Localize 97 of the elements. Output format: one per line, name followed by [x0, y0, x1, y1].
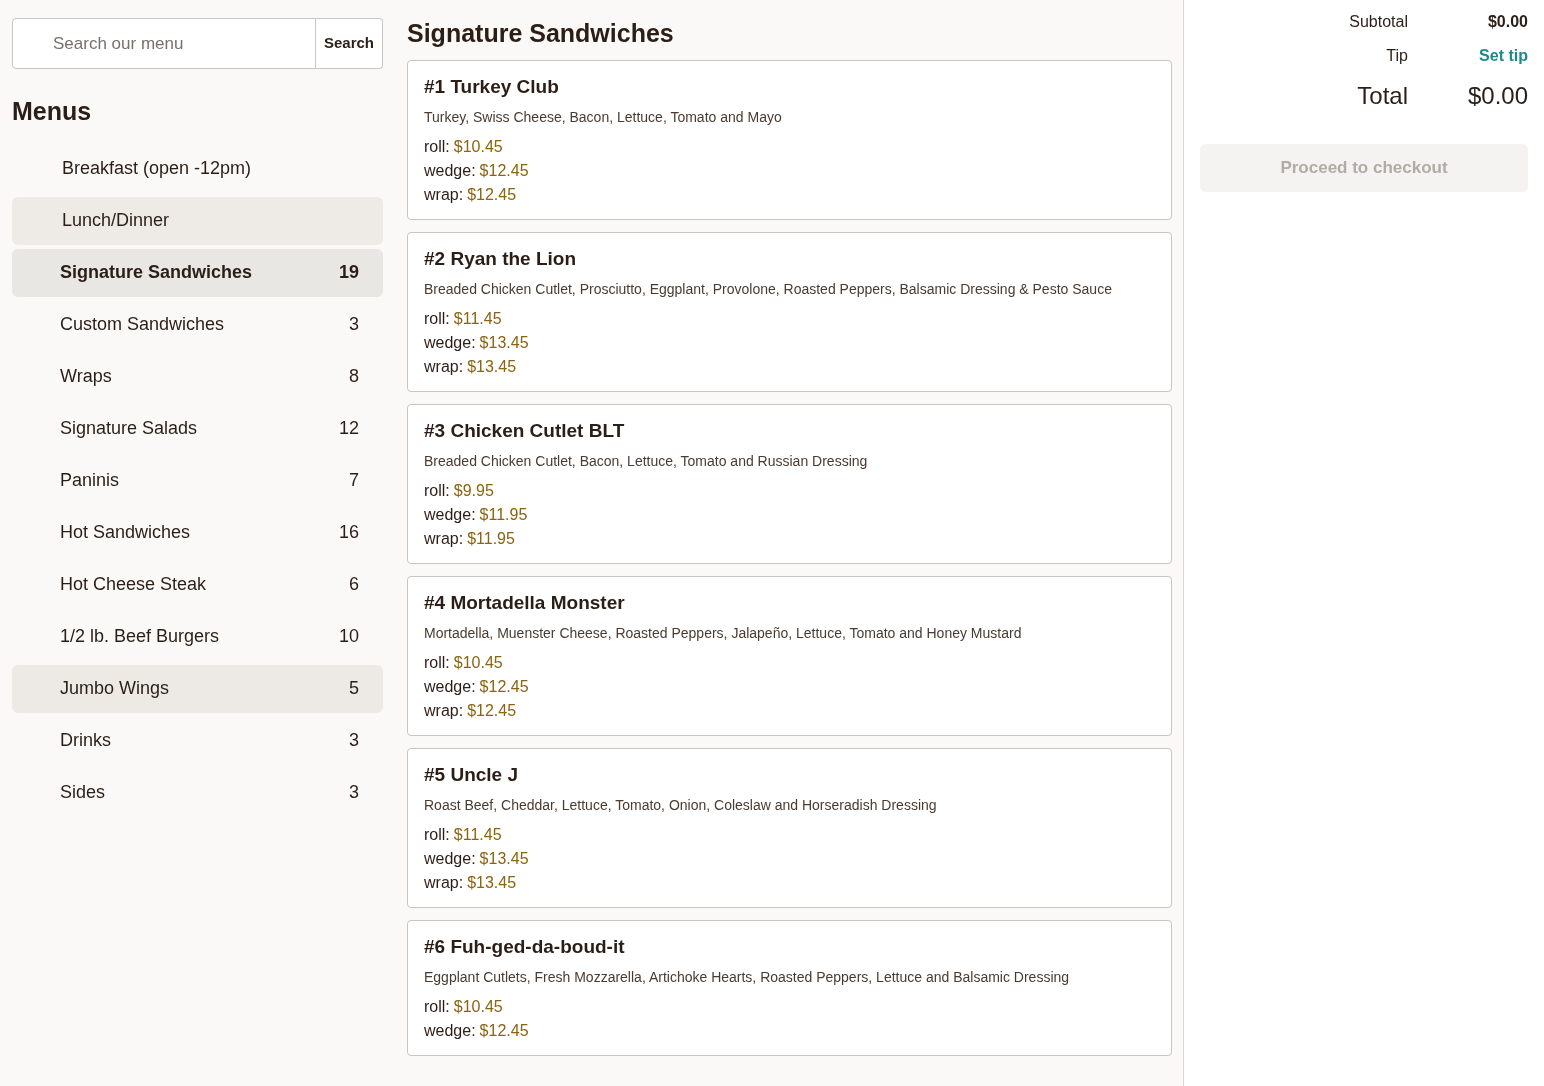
category-count: 7 — [349, 469, 359, 492]
price-value: $12.45 — [479, 677, 529, 697]
category-label: Wraps — [60, 365, 112, 388]
price-label: wrap: — [424, 701, 464, 721]
item-name: #1 Turkey Club — [424, 75, 560, 99]
category-label: Signature Sandwiches — [60, 261, 253, 284]
price-label: wedge: — [424, 677, 476, 697]
category-count: 10 — [338, 625, 359, 648]
category-item[interactable]: Drinks 3 — [12, 716, 383, 765]
category-item[interactable]: Hot Cheese Steak 6 — [12, 560, 383, 609]
price-value: $10.45 — [453, 997, 503, 1017]
price-value: $12.45 — [467, 185, 517, 205]
category-item[interactable]: Custom Sandwiches 3 — [12, 300, 383, 349]
menu-item[interactable]: Lunch/Dinner — [12, 196, 383, 245]
category-item[interactable]: Signature Salads 12 — [12, 404, 383, 453]
price-value: $11.95 — [479, 505, 528, 525]
price-label: roll: — [424, 309, 450, 329]
category-count: 3 — [349, 729, 359, 752]
price-label: wrap: — [424, 529, 464, 549]
item-description: Mortadella, Muenster Cheese, Roasted Peppers, Jalapeño, Lettuce, Tomato and Honey Mustard — [424, 624, 1023, 643]
category-label: Hot Cheese Steak — [60, 573, 207, 596]
category-label: Signature Salads — [60, 417, 198, 440]
category-item[interactable]: Paninis 7 — [12, 456, 383, 505]
category-count: 6 — [349, 573, 359, 596]
category-label: 1/2 lb. Beef Burgers — [60, 625, 220, 648]
category-count: 3 — [349, 781, 359, 804]
price-label: wrap: — [424, 357, 464, 377]
subtotal-label: Subtotal — [1348, 12, 1408, 32]
category-label: Drinks — [60, 729, 111, 752]
search-button[interactable]: Search — [315, 18, 383, 69]
category-count: 16 — [338, 521, 359, 544]
section-title: Signature Sandwiches — [407, 18, 675, 48]
category-item[interactable]: Jumbo Wings 5 — [12, 664, 383, 713]
price-label: wedge: — [424, 1021, 476, 1041]
price-label: wrap: — [424, 873, 464, 893]
category-item[interactable]: Hot Sandwiches 16 — [12, 508, 383, 557]
category-count: 12 — [338, 417, 359, 440]
category-label: Sides — [60, 781, 106, 804]
price-label: roll: — [424, 481, 450, 501]
item-description: Breaded Chicken Cutlet, Prosciutto, Eggplant, Provolone, Roasted Peppers, Balsamic Dressing & Pesto Sauce — [424, 280, 1113, 299]
category-item[interactable]: Signature Sandwiches 19 — [12, 248, 383, 297]
price-value: $9.95 — [453, 481, 494, 501]
price-label: roll: — [424, 653, 450, 673]
search-field[interactable]: Search our menu — [12, 18, 316, 69]
total-value: $0.00 — [1466, 81, 1528, 111]
price-label: roll: — [424, 997, 450, 1017]
price-value: $10.45 — [453, 137, 503, 157]
price-value: $10.45 — [453, 653, 503, 673]
price-label: roll: — [424, 137, 450, 157]
category-count: 8 — [349, 365, 359, 388]
total-label: Total — [1356, 81, 1408, 111]
price-value: $11.95 — [467, 529, 515, 549]
price-value: $11.45 — [453, 825, 502, 845]
category-label: Jumbo Wings — [60, 677, 170, 700]
category-item[interactable]: 1/2 lb. Beef Burgers 10 — [12, 612, 383, 661]
price-value: $11.45 — [453, 309, 502, 329]
item-name: #5 Uncle J — [424, 763, 519, 787]
item-description: Roast Beef, Cheddar, Lettuce, Tomato, Onion, Coleslaw and Horseradish Dressing — [424, 796, 938, 815]
menu-item-card[interactable]: #2 Ryan the Lion Breaded Chicken Cutlet, Prosciutto, Eggplant, Provolone, Roasted Peppers, Balsamic Dressing & Pesto Sauce roll: $11.45 wedge: $13.45 wrap: $13.45 — [407, 232, 1172, 392]
category-item[interactable]: Wraps 8 — [12, 352, 383, 401]
item-description: Turkey, Swiss Cheese, Bacon, Lettuce, Tomato and Mayo — [424, 108, 783, 127]
price-label: wedge: — [424, 333, 476, 353]
subtotal-value: $0.00 — [1486, 12, 1528, 32]
price-label: wrap: — [424, 185, 464, 205]
menu-item-card[interactable]: #3 Chicken Cutlet BLT Breaded Chicken Cutlet, Bacon, Lettuce, Tomato and Russian Dressing roll: $9.95 wedge: $11.95 wrap: $11.95 — [407, 404, 1172, 564]
category-count: 3 — [349, 313, 359, 336]
menu-item[interactable]: Breakfast (open -12pm) — [12, 144, 383, 193]
category-label: Custom Sandwiches — [60, 313, 225, 336]
item-name: #6 Fuh-ged-da-boud-it — [424, 935, 626, 959]
menu-item-card[interactable]: #4 Mortadella Monster Mortadella, Muenster Cheese, Roasted Peppers, Jalapeño, Lettuce, Tomato and Honey Mustard roll: $10.45 wedge: $12.45 wrap: $12.45 — [407, 576, 1172, 736]
item-description: Breaded Chicken Cutlet, Bacon, Lettuce, Tomato and Russian Dressing — [424, 452, 869, 471]
item-name: #3 Chicken Cutlet BLT — [424, 419, 626, 443]
set-tip-link[interactable]: Set tip — [1408, 44, 1528, 68]
item-name: #4 Mortadella Monster — [424, 591, 626, 615]
price-label: wedge: — [424, 849, 476, 869]
price-label: wedge: — [424, 161, 476, 181]
price-label: wedge: — [424, 505, 476, 525]
menu-item-card[interactable]: #1 Turkey Club Turkey, Swiss Cheese, Bacon, Lettuce, Tomato and Mayo roll: $10.45 wedge: $12.45 wrap: $12.45 — [407, 60, 1172, 220]
menu-item-card[interactable]: #5 Uncle J Roast Beef, Cheddar, Lettuce, Tomato, Onion, Coleslaw and Horseradish Dressing roll: $11.45 wedge: $13.45 wrap: $13.45 — [407, 748, 1172, 908]
price-value: $12.45 — [467, 701, 517, 721]
price-label: roll: — [424, 825, 450, 845]
category-label: Paninis — [60, 469, 120, 492]
menu-item-card[interactable]: #6 Fuh-ged-da-boud-it Eggplant Cutlets, Fresh Mozzarella, Artichoke Hearts, Roasted Peppers, Lettuce and Balsamic Dressing roll: $10.45 wedge: $12.45 — [407, 920, 1172, 1056]
category-count: 19 — [338, 261, 359, 284]
menus-heading: Menus — [12, 96, 93, 127]
price-value: $12.45 — [479, 161, 529, 181]
category-label: Hot Sandwiches — [60, 521, 191, 544]
item-description: Eggplant Cutlets, Fresh Mozzarella, Artichoke Hearts, Roasted Peppers, Lettuce and Balsamic Dressing — [424, 968, 1071, 987]
price-value: $13.45 — [467, 873, 517, 893]
category-count: 5 — [349, 677, 359, 700]
tip-label: Tip — [1385, 46, 1408, 66]
price-value: $12.45 — [479, 1021, 529, 1041]
category-item[interactable]: Sides 3 — [12, 768, 383, 817]
price-value: $13.45 — [479, 849, 529, 869]
item-name: #2 Ryan the Lion — [424, 247, 578, 271]
price-value: $13.45 — [479, 333, 529, 353]
price-value: $13.45 — [467, 357, 517, 377]
